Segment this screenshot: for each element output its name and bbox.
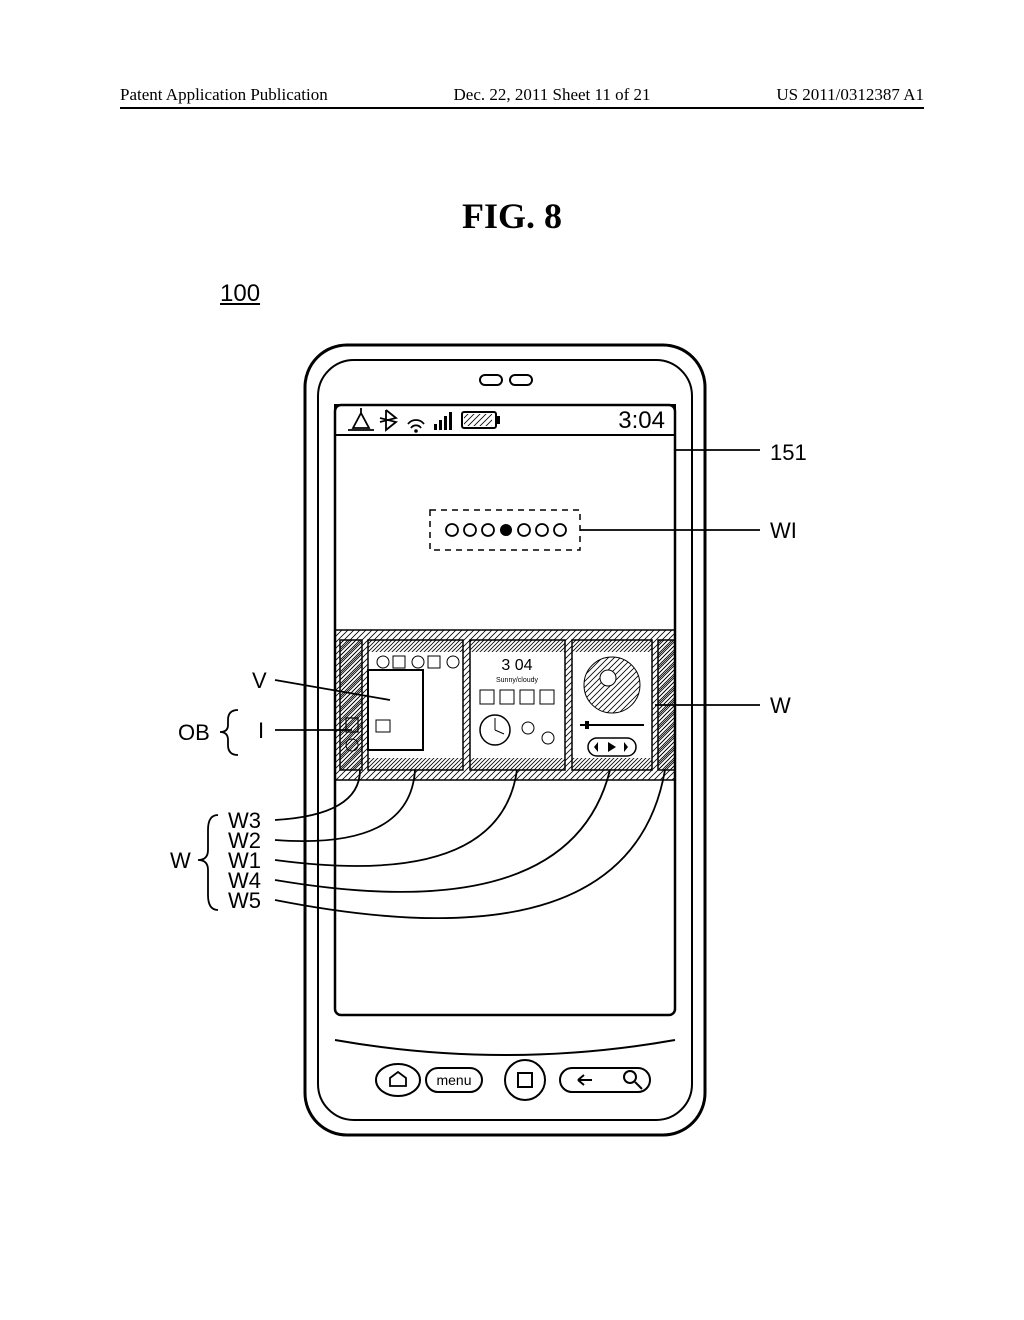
ref-100: 100 [220,280,260,308]
header-right: US 2011/0312387 A1 [776,85,924,105]
label-W-left: W [170,848,191,874]
label-151: 151 [770,440,807,466]
label-W5: W5 [228,888,261,914]
svg-text:Sunny/cloudy: Sunny/cloudy [496,677,539,684]
figure-title: FIG. 8 [0,195,1024,237]
label-W-right: W [770,693,791,719]
svg-text:3 04: 3 04 [501,657,532,674]
header-center: Dec. 22, 2011 Sheet 11 of 21 [454,85,651,105]
page-header: Patent Application Publication Dec. 22, … [120,85,924,109]
label-I: I [258,718,264,744]
figure-diagram: 3:04 3 04 Sunny/cloudy [100,320,920,1170]
header-left: Patent Application Publication [120,85,328,105]
label-WI: WI [770,518,797,544]
label-OB: OB [178,720,210,746]
status-time: 3:04 [618,407,665,434]
label-V: V [252,668,267,694]
svg-text:menu: menu [436,1072,471,1088]
